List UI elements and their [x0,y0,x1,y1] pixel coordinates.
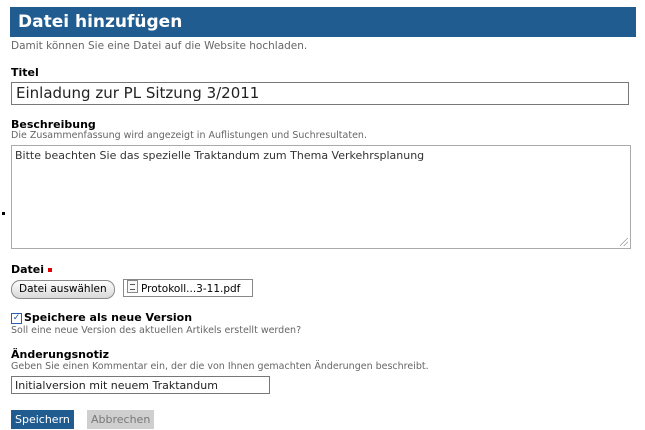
notiz-help: Geben Sie einen Kommentar ein, der die v… [11,361,429,372]
selected-file: Protokoll...3-11.pdf [123,279,253,297]
selected-file-name: Protokoll...3-11.pdf [141,283,241,295]
edge-marker [2,212,5,215]
form-header: Datei hinzufügen [10,7,636,37]
new-version-checkbox[interactable]: ✓ [11,313,22,324]
checkmark-icon: ✓ [12,313,21,323]
pdf-file-icon [127,280,138,293]
beschreibung-text: Bitte beachten Sie das spezielle Traktan… [15,149,425,162]
form-title: Datei hinzufügen [18,12,183,32]
new-version-label[interactable]: Speichere als neue Version [24,311,192,324]
datei-label-text: Datei [11,263,45,276]
required-indicator-icon [48,268,53,272]
choose-file-button[interactable]: Datei auswählen [11,280,115,299]
datei-label: Datei [11,263,53,276]
beschreibung-help: Die Zusammenfassung wird angezeigt in Au… [11,130,367,141]
titel-label: Titel [11,66,39,79]
titel-input[interactable]: Einladung zur PL Sitzung 3/2011 [11,82,629,105]
resize-handle-icon[interactable] [620,238,628,246]
form-description: Damit können Sie eine Datei auf die Webs… [11,40,308,52]
beschreibung-textarea[interactable]: Bitte beachten Sie das spezielle Traktan… [11,145,631,249]
cancel-button[interactable]: Abbrechen [87,410,155,429]
new-version-help: Soll eine neue Version des aktuellen Art… [11,325,302,336]
notiz-label: Änderungsnotiz [11,348,110,361]
save-button[interactable]: Speichern [11,410,74,429]
notiz-input[interactable]: Initialversion mit neuem Traktandum [11,376,270,394]
